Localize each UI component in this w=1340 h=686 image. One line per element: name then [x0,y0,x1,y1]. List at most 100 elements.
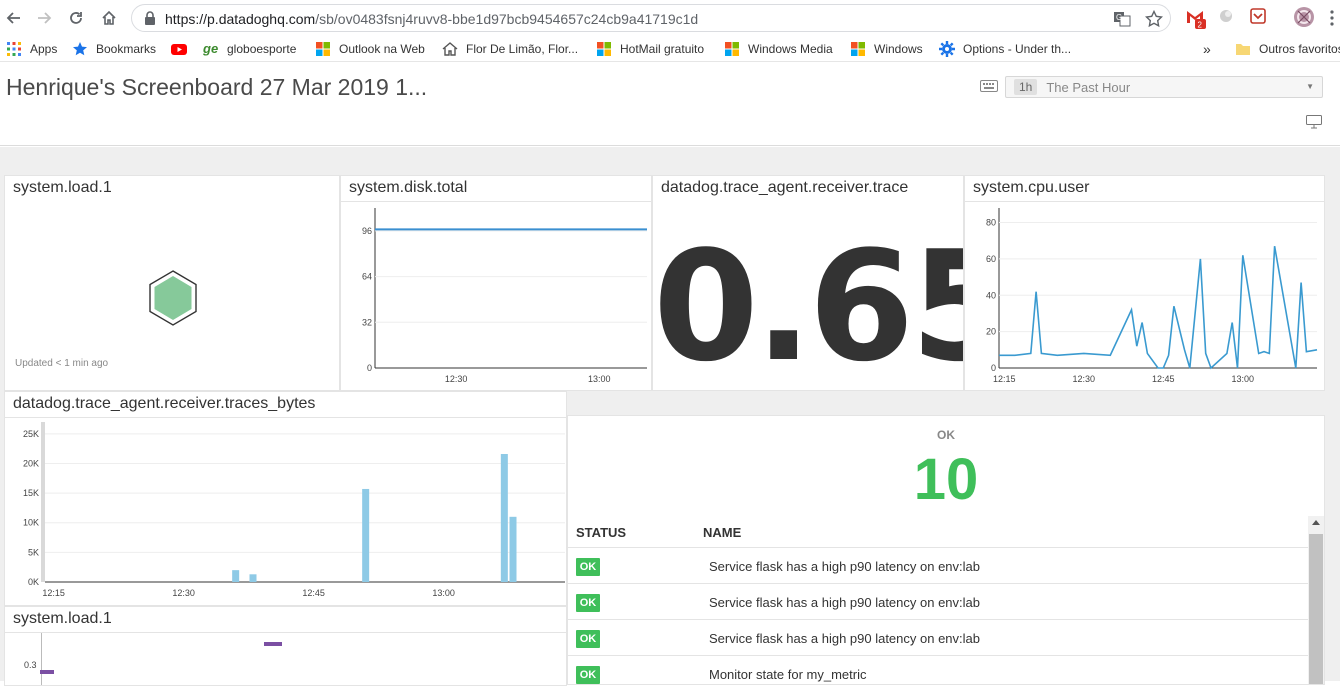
address-bar[interactable]: https://p.datadoghq.com/sb/ov0483fsnj4ru… [131,4,1171,32]
bookmark-windows-media[interactable]: Windows Media [724,40,833,58]
y-axis-bar [41,422,45,582]
y-tick-label: 25K [23,429,39,439]
lock-icon [144,11,156,30]
status-badge: OK [576,666,600,684]
x-tick-label: 12:45 [302,588,325,598]
bar [500,454,508,582]
translate-icon[interactable]: G [1113,10,1131,28]
query-value: 0.65 [653,218,963,391]
scroll-thumb[interactable] [1309,534,1323,684]
screenboard-header: Henrique's Screenboard 27 Mar 2019 1... … [0,62,1340,146]
y-tick-label: 15K [23,488,39,498]
bookmark-hotmail[interactable]: HotMail gratuito [596,40,704,58]
x-tick-label: 13:00 [1232,374,1255,384]
disk-total-widget[interactable]: system.disk.total 96 64 32 0 12:30 13:00 [340,175,652,391]
bookmark-windows[interactable]: Windows [850,40,923,58]
forward-icon[interactable] [32,6,56,30]
timeframe-badge: 1h [1014,79,1038,95]
windows-icon [315,41,331,57]
home-icon[interactable] [97,6,121,30]
keyboard-icon[interactable] [980,79,998,97]
back-icon[interactable] [2,6,26,30]
table-scrollbar[interactable] [1308,516,1324,684]
reload-icon[interactable] [64,6,88,30]
page-title: Henrique's Screenboard 27 Mar 2019 1... [6,74,428,100]
bookmark-label: globoesporte [227,42,297,56]
monitor-name[interactable]: Service flask has a high p90 latency on … [709,559,980,574]
svg-text:G: G [1116,13,1122,22]
x-tick-label: 12:30 [172,588,195,598]
load-bar [40,670,54,674]
monitor-name[interactable]: Service flask has a high p90 latency on … [709,595,980,610]
bookmark-apps[interactable]: Apps [6,40,57,58]
bookmark-label: Apps [30,42,58,56]
ok-count: 10 [913,447,979,512]
cpu-user-widget[interactable]: system.cpu.user 80 60 40 20 0 12:15 12:30 12:45… [964,175,1325,391]
column-name[interactable]: NAME [703,525,741,540]
bookmark-flor-de-limao[interactable]: Flor De Limão, Flor... [442,40,578,58]
bookmark-label: Options - Under th... [963,42,1072,56]
table-row[interactable]: OK Service flask has a high p90 latency … [568,548,1308,584]
bookmark-youtube[interactable] [171,40,195,58]
gmail-icon[interactable]: 2 [1186,8,1206,30]
bookmark-label: HotMail gratuito [620,42,705,56]
bar [232,570,240,582]
folder-icon [1235,41,1251,57]
widget-title: system.cpu.user [973,179,1090,196]
avatar[interactable] [1293,6,1314,27]
cpu-line-chart: 80 60 40 20 012:15 12:30 12:45 13:00 [986,208,1318,384]
bookmarks-overflow-button[interactable]: » [1203,40,1211,58]
url-text: https://p.datadoghq.com/sb/ov0483fsnj4ru… [165,11,699,27]
menu-dots-icon[interactable] [1330,10,1340,28]
bookmark-bookmarks[interactable]: Bookmarks [72,40,156,58]
x-tick-label: 12:30 [445,374,468,384]
ok-label: OK [937,428,955,442]
widget-title: system.load.1 [13,610,112,627]
scroll-up-icon[interactable] [1312,520,1320,525]
monitor-name[interactable]: Service flask has a high p90 latency on … [709,631,980,646]
hostmap-widget[interactable]: system.load.1 Updated < 1 min ago [4,175,340,391]
x-tick-label: 13:00 [432,588,455,598]
status-badge: OK [576,630,600,648]
overflow-label: » [1203,41,1211,57]
widget-title: system.load.1 [13,179,112,196]
monitor-summary-widget[interactable]: OK 10 STATUS NAME OK Service flask has a… [567,415,1325,685]
host-hexagon[interactable] [148,270,198,326]
pocket-icon[interactable] [1250,8,1268,26]
bar [509,516,517,582]
status-badge: OK [576,594,600,612]
bookmark-globoesporte[interactable]: ge globoesporte [203,40,296,58]
bookmark-label: Outlook na Web [339,42,425,56]
traces-bytes-widget[interactable]: datadog.trace_agent.receiver.traces_byte… [4,391,567,606]
extension-circle-icon[interactable] [1218,8,1236,26]
trace-value-widget[interactable]: datadog.trace_agent.receiver.trace 0.65 [652,175,964,391]
table-row[interactable]: OK Service flask has a high p90 latency … [568,584,1308,620]
y-tick-label: 10K [23,518,39,528]
disk-line-chart: 96 64 32 0 12:30 13:00 [362,208,647,384]
y-tick-label: 80 [986,218,996,228]
table-row[interactable]: OK Service flask has a high p90 latency … [568,620,1308,656]
status-badge: OK [576,558,600,576]
bookmark-label: Windows Media [748,42,833,56]
tv-mode-icon[interactable] [1306,115,1322,134]
svg-text:2: 2 [1198,21,1203,30]
y-tick-label: 0K [28,577,39,587]
bookmark-options[interactable]: Options - Under th... [939,40,1071,58]
bookmark-star-icon[interactable] [1144,9,1164,28]
bookmark-label: Bookmarks [96,42,157,56]
x-tick-label: 12:15 [42,588,65,598]
windows-icon [724,41,740,57]
monitor-name[interactable]: Monitor state for my_metric [709,667,867,682]
windows-icon [850,41,866,57]
load-timeseries-widget[interactable]: system.load.1 0.3 [4,606,567,686]
home-icon [442,41,458,57]
bookmark-other-favorites[interactable]: Outros favoritos [1235,40,1340,58]
bookmark-outlook[interactable]: Outlook na Web [315,40,425,58]
column-status[interactable]: STATUS [576,525,626,540]
widget-title: datadog.trace_agent.receiver.trace [661,179,909,196]
bar [362,488,370,582]
y-tick-label: 64 [362,272,372,282]
bookmark-label: Flor De Limão, Flor... [466,42,579,56]
y-tick-label: 32 [362,317,372,327]
timeframe-selector[interactable]: 1h The Past Hour ▼ [1005,76,1323,98]
